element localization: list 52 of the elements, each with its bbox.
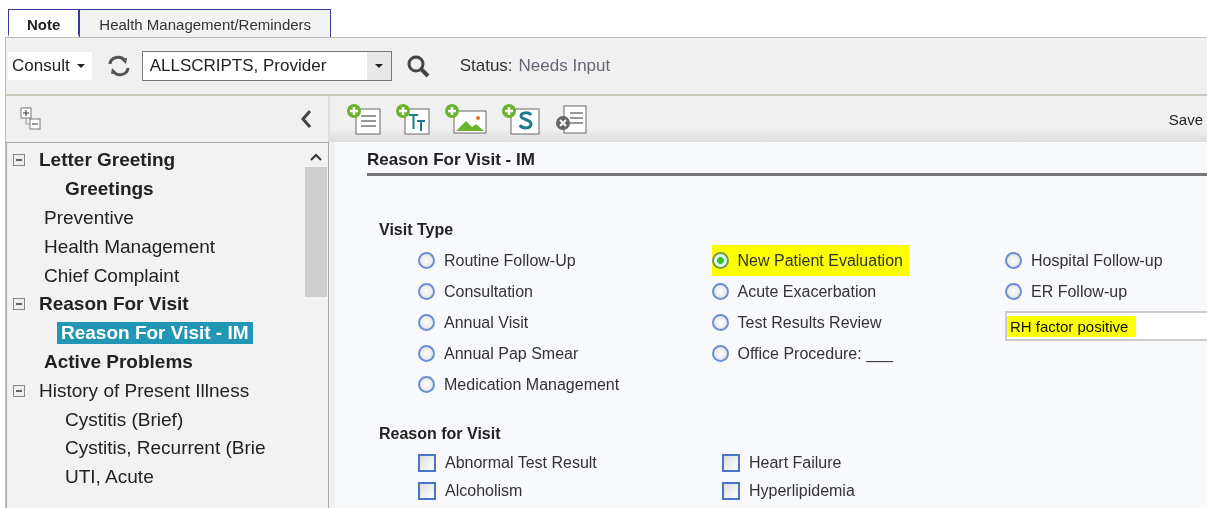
- tree-item[interactable]: Reason For Visit: [35, 293, 193, 316]
- radio-option[interactable]: Hospital Follow-up: [1005, 245, 1169, 276]
- tree-item[interactable]: Greetings: [61, 178, 158, 201]
- tab[interactable]: Note: [8, 9, 80, 37]
- search-icon[interactable]: [405, 54, 430, 78]
- radio-option[interactable]: Routine Follow-Up: [418, 245, 582, 276]
- add-image-icon[interactable]: [444, 103, 488, 135]
- tree-item[interactable]: UTI, Acute: [61, 466, 158, 489]
- chevron-left-icon[interactable]: [300, 109, 312, 129]
- remove-list-icon[interactable]: [554, 103, 588, 135]
- radio-option[interactable]: Medication Management: [418, 369, 626, 400]
- collapse-icon[interactable]: [13, 384, 25, 397]
- radio-option[interactable]: Annual Visit: [418, 307, 535, 338]
- section-heading: Reason for Visit: [379, 425, 502, 443]
- text-field[interactable]: RH factor positive: [1005, 311, 1207, 341]
- add-list-icon[interactable]: [346, 103, 382, 135]
- checkbox-option[interactable]: Abnormal Test Result: [418, 449, 603, 477]
- scroll-thumb[interactable]: [305, 167, 327, 297]
- radio-option[interactable]: New Patient Evaluation: [711, 245, 909, 276]
- radio-option[interactable]: Office Procedure: ___: [711, 338, 899, 369]
- tree-item[interactable]: Letter Greeting: [35, 149, 180, 172]
- tree-item[interactable]: Preventive: [40, 207, 138, 229]
- checkbox-option[interactable]: Heart Failure: [722, 449, 848, 477]
- tree-item[interactable]: Health Management: [40, 235, 220, 258]
- radio-option[interactable]: Test Results Review: [711, 307, 888, 338]
- tab[interactable]: Health Management/Reminders: [79, 9, 332, 37]
- add-text-icon[interactable]: [395, 103, 431, 135]
- collapse-icon[interactable]: [13, 298, 25, 311]
- collapse-icon[interactable]: [13, 154, 25, 167]
- radio-option[interactable]: Consultation: [418, 276, 539, 307]
- caret-icon: [75, 63, 86, 69]
- section-title: Reason For Visit - IM: [367, 150, 1207, 176]
- tree-item[interactable]: Active Problems: [40, 350, 197, 373]
- radio-option[interactable]: ER Follow-up: [1005, 276, 1134, 307]
- note-type-dropdown[interactable]: Consult: [8, 52, 92, 80]
- checkbox-option[interactable]: Hyperlipidemia: [722, 477, 861, 505]
- expand-collapse-icon[interactable]: [20, 107, 42, 131]
- tree-item[interactable]: History of Present Illness: [35, 379, 254, 402]
- tree-item[interactable]: Cystitis, Recurrent (Brie: [61, 437, 270, 460]
- scroll-up-icon[interactable]: [310, 153, 322, 161]
- tree-item[interactable]: Chief Complaint: [40, 264, 184, 287]
- caret-icon: [373, 63, 384, 69]
- radio-option[interactable]: Acute Exacerbation: [711, 276, 883, 307]
- provider-dropdown[interactable]: ALLSCRIPTS, Provider: [141, 51, 392, 81]
- status-label: Status:: [459, 56, 513, 76]
- checkbox-option[interactable]: Alcoholism: [418, 477, 529, 505]
- status-value: Needs Input: [518, 56, 611, 76]
- tree-item[interactable]: Cystitis (Brief): [61, 408, 188, 431]
- radio-option[interactable]: Annual Pap Smear: [418, 338, 585, 369]
- section-heading: Visit Type: [379, 221, 455, 239]
- save-button[interactable]: Save: [1168, 110, 1203, 128]
- add-signature-icon[interactable]: [501, 103, 541, 135]
